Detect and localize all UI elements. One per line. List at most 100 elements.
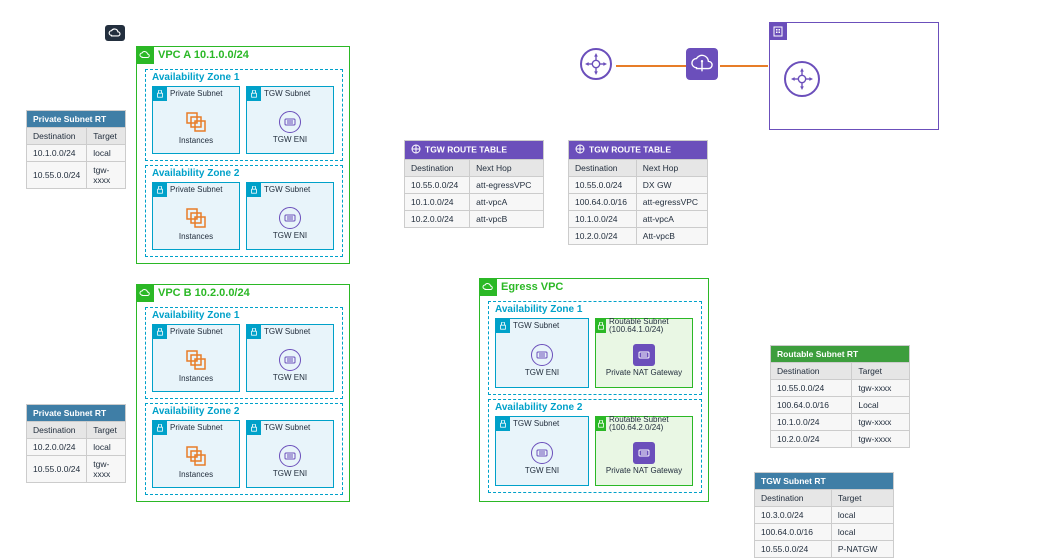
nat-label: Private NAT Gateway xyxy=(606,466,682,475)
lock-icon xyxy=(153,87,167,101)
eni-icon xyxy=(279,111,301,133)
col: Destination xyxy=(755,490,832,507)
vpc-a-az2: Availability Zone 2 Private Subnet Insta… xyxy=(145,165,343,257)
tgw-route-table-1: TGW ROUTE TABLE DestinationNext Hop 10.5… xyxy=(404,140,544,228)
cell: local xyxy=(87,145,126,162)
eni-label: TGW ENI xyxy=(273,373,307,382)
private-subnet: Private Subnet Instances xyxy=(152,182,240,250)
lock-icon xyxy=(247,183,261,197)
eni-icon xyxy=(531,442,553,464)
lock-icon xyxy=(153,183,167,197)
cell: 10.55.0.0/24 xyxy=(771,380,852,397)
cell: Local xyxy=(852,397,910,414)
eni-label: TGW ENI xyxy=(273,135,307,144)
rt-title: TGW Subnet RT xyxy=(755,473,894,490)
cell: 100.64.0.0/16 xyxy=(569,194,637,211)
az-label: Availability Zone 1 xyxy=(495,304,582,315)
subnet-label: TGW Subnet xyxy=(513,322,559,330)
cell: 10.55.0.0/24 xyxy=(27,456,87,483)
lock-icon xyxy=(153,421,167,435)
az-label: Availability Zone 2 xyxy=(152,168,239,179)
subnet-label: Private Subnet xyxy=(170,90,222,98)
col: Next Hop xyxy=(636,160,707,177)
cell: 10.1.0.0/24 xyxy=(405,194,470,211)
cell: tgw-xxxx xyxy=(852,414,910,431)
subnet-label: TGW Subnet xyxy=(264,90,310,98)
col: Target xyxy=(87,128,126,145)
egress-az2: Availability Zone 2 TGW Subnet TGW ENI R… xyxy=(488,399,702,493)
cell: att-egressVPC xyxy=(470,177,544,194)
router-icon xyxy=(784,61,820,97)
az-label: Availability Zone 1 xyxy=(152,310,239,321)
cell: att-vpcA xyxy=(470,194,544,211)
vpc-b: VPC B 10.2.0.0/24 Availability Zone 1 Pr… xyxy=(136,284,350,502)
cell: local xyxy=(87,439,126,456)
rt-title: TGW ROUTE TABLE xyxy=(425,144,507,154)
subnet-label: TGW Subnet xyxy=(264,328,310,336)
cell: att-vpcA xyxy=(636,211,707,228)
cell: tgw-xxxx xyxy=(852,380,910,397)
cell: tgw-xxxx xyxy=(87,162,126,189)
rt-title: Routable Subnet RT xyxy=(771,346,910,363)
egress-az1: Availability Zone 1 TGW Subnet TGW ENI R… xyxy=(488,301,702,395)
cell: 10.55.0.0/24 xyxy=(755,541,832,558)
egress-title: Egress VPC xyxy=(501,281,563,293)
routable-subnet: Routable Subnet (100.64.1.0/24) Private … xyxy=(595,318,693,388)
col: Destination xyxy=(27,128,87,145)
instances-icon xyxy=(184,206,208,230)
eni-label: TGW ENI xyxy=(273,231,307,240)
cell: 10.1.0.0/24 xyxy=(771,414,852,431)
cell: tgw-xxxx xyxy=(852,431,910,448)
rt-title: Private Subnet RT xyxy=(27,111,126,128)
lock-icon xyxy=(496,319,510,333)
private-subnet: Private Subnet Instances xyxy=(152,324,240,392)
cell: 10.2.0.0/24 xyxy=(771,431,852,448)
instances-label: Instances xyxy=(179,374,213,383)
subnet-label: Routable Subnet (100.64.2.0/24) xyxy=(609,416,692,432)
eni-label: TGW ENI xyxy=(273,469,307,478)
cell: 10.55.0.0/24 xyxy=(27,162,87,189)
cell: 10.2.0.0/24 xyxy=(569,228,637,245)
subnet-label: Private Subnet xyxy=(170,186,222,194)
building-icon xyxy=(769,22,787,40)
vpc-icon xyxy=(136,284,154,302)
cell: 10.2.0.0/24 xyxy=(405,211,470,228)
vpc-a-az1: Availability Zone 1 Private Subnet Insta… xyxy=(145,69,343,161)
tgw-subnet: TGW Subnet TGW ENI xyxy=(246,324,334,392)
tgw-subnet-rt: TGW Subnet RT DestinationTarget 10.3.0.0… xyxy=(754,472,894,558)
instances-label: Instances xyxy=(179,232,213,241)
cell: Att-vpcB xyxy=(636,228,707,245)
rt-title: Private Subnet RT xyxy=(27,405,126,422)
vpc-b-az1: Availability Zone 1 Private Subnet Insta… xyxy=(145,307,343,399)
routable-subnet: Routable Subnet (100.64.2.0/24) Private … xyxy=(595,416,693,486)
vpc-b-az2: Availability Zone 2 Private Subnet Insta… xyxy=(145,403,343,495)
corporate-data-center xyxy=(769,22,939,130)
col: Target xyxy=(831,490,893,507)
instances-icon xyxy=(184,348,208,372)
col: Destination xyxy=(771,363,852,380)
cell: 10.55.0.0/24 xyxy=(405,177,470,194)
instances-icon xyxy=(184,110,208,134)
cell: att-egressVPC xyxy=(636,194,707,211)
tgw-subnet: TGW Subnet TGW ENI xyxy=(246,86,334,154)
cell: 10.55.0.0/24 xyxy=(569,177,637,194)
private-subnet-rt-a: Private Subnet RT DestinationTarget 10.1… xyxy=(26,110,126,189)
cell: P-NATGW xyxy=(831,541,893,558)
routable-subnet-rt: Routable Subnet RT DestinationTarget 10.… xyxy=(770,345,910,448)
instances-label: Instances xyxy=(179,470,213,479)
eni-icon xyxy=(279,349,301,371)
subnet-label: Private Subnet xyxy=(170,328,222,336)
vpc-a-title: VPC A 10.1.0.0/24 xyxy=(158,49,249,61)
az-label: Availability Zone 1 xyxy=(152,72,239,83)
private-subnet: Private Subnet Instances xyxy=(152,86,240,154)
cell: 100.64.0.0/16 xyxy=(771,397,852,414)
connection-line xyxy=(720,65,768,67)
nat-gateway-icon xyxy=(633,442,655,464)
cell: 10.2.0.0/24 xyxy=(27,439,87,456)
cell: 10.1.0.0/24 xyxy=(569,211,637,228)
subnet-label: TGW Subnet xyxy=(264,424,310,432)
lock-icon xyxy=(247,421,261,435)
cell: local xyxy=(831,524,893,541)
tgw-subnet: TGW Subnet TGW ENI xyxy=(495,318,589,388)
route-table-icon xyxy=(575,144,585,156)
